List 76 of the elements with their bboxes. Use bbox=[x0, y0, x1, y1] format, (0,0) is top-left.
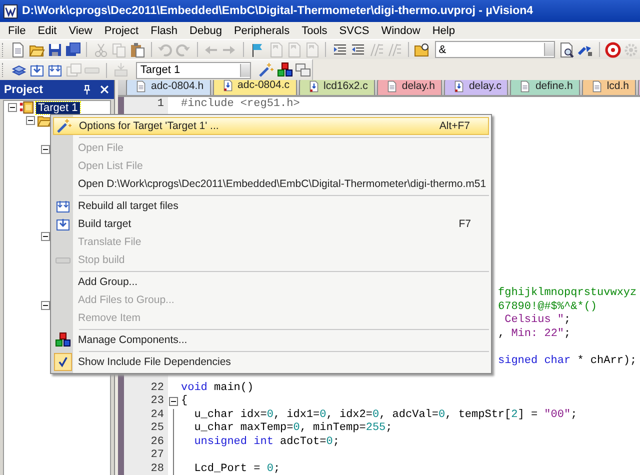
file-icon bbox=[519, 80, 532, 92]
code-line: signed char * chArr); bbox=[498, 354, 637, 368]
menu-item[interactable]: Open D:\Work\cprogs\Dec2011\Embedded\EmbC\Digital-Thermometer\digi-thermo.m51 bbox=[53, 175, 489, 193]
menu-item[interactable]: Flash bbox=[144, 24, 184, 36]
line-number: 24 bbox=[150, 408, 165, 422]
magic-wand-icon[interactable] bbox=[258, 61, 276, 79]
blocks-icon bbox=[55, 332, 71, 348]
code-line: #include <reg51.h> bbox=[180, 98, 300, 112]
debug-icon[interactable] bbox=[604, 40, 622, 58]
checkmark-icon bbox=[54, 353, 72, 371]
target-icon bbox=[19, 100, 34, 115]
menu-item[interactable]: Project bbox=[98, 24, 145, 36]
line-number: 22 bbox=[150, 382, 165, 395]
menu-item[interactable]: View bbox=[62, 24, 98, 36]
rebuild-icon bbox=[55, 198, 71, 214]
collapse-icon[interactable] bbox=[8, 103, 17, 112]
line-number: 23 bbox=[150, 395, 165, 408]
blocks-icon[interactable] bbox=[276, 61, 294, 79]
code-line: Lcd_Port = 0; bbox=[193, 462, 280, 475]
line-number: 28 bbox=[150, 462, 165, 475]
file-tab[interactable]: lcd.h bbox=[582, 80, 636, 95]
paste-icon[interactable] bbox=[128, 40, 146, 58]
collapse-icon[interactable] bbox=[41, 301, 50, 310]
file-icon bbox=[590, 80, 603, 92]
line-number: 27 bbox=[150, 449, 165, 462]
menu-item[interactable]: Options for Target 'Target 1' ... Alt+F7 bbox=[53, 117, 489, 135]
close-icon[interactable] bbox=[99, 84, 110, 95]
menu-item[interactable]: Rebuild all target files bbox=[53, 197, 489, 215]
menu-item[interactable]: Edit bbox=[32, 24, 63, 36]
code-line: u_char maxTemp=0, minTemp=255; bbox=[193, 422, 392, 436]
code-line: void main() bbox=[180, 382, 254, 395]
menu-item[interactable]: SVCS bbox=[333, 24, 376, 36]
windows-icon[interactable] bbox=[294, 61, 312, 79]
document-search-icon[interactable] bbox=[558, 40, 576, 58]
menu-item[interactable]: Peripherals bbox=[228, 24, 296, 36]
collapse-icon[interactable] bbox=[26, 116, 35, 125]
source-file-icon bbox=[452, 80, 465, 92]
line-number: 26 bbox=[150, 436, 165, 449]
file-tab[interactable]: adc-0804.h bbox=[126, 80, 211, 95]
menu-item[interactable]: Help bbox=[426, 24, 461, 36]
collapse-icon[interactable] bbox=[41, 232, 50, 241]
find-in-files-icon[interactable] bbox=[414, 40, 431, 58]
menu-item[interactable]: Manage Components... bbox=[53, 331, 489, 349]
menu-item[interactable]: File bbox=[2, 24, 32, 36]
file-tab[interactable]: delay.c bbox=[444, 80, 508, 95]
menu-item[interactable]: Tools bbox=[296, 24, 334, 36]
magic-wand-icon bbox=[56, 118, 72, 134]
line-number: 1 bbox=[156, 98, 165, 112]
menu-item[interactable]: Add Group... bbox=[53, 273, 489, 291]
code-line: { bbox=[180, 395, 188, 408]
menu-item[interactable]: Window bbox=[375, 24, 426, 36]
collapse-icon[interactable] bbox=[169, 397, 178, 406]
file-tab[interactable]: define.h bbox=[510, 80, 580, 95]
window-title: D:\Work\cprogs\Dec2011\Embedded\EmbC\Digital-Thermometer\digi-thermo.uvproj - µVision4 bbox=[22, 5, 534, 17]
code-line: fghijklmnopqrstuvwxyz bbox=[498, 287, 637, 300]
code-line: unsigned int adcTot=0; bbox=[193, 436, 340, 449]
file-tab[interactable]: lcd16x2.c bbox=[298, 80, 375, 95]
menu-item[interactable]: Debug bbox=[184, 24, 228, 36]
panel-title: Project bbox=[4, 84, 44, 96]
pin-icon[interactable] bbox=[81, 84, 93, 96]
file-tab[interactable]: delay.h bbox=[376, 80, 442, 95]
tree-item[interactable]: Target 1 bbox=[36, 102, 80, 114]
file-icon bbox=[386, 80, 398, 92]
code-line: 67890!@#$%^&*() bbox=[498, 300, 598, 314]
save-all-icon[interactable] bbox=[64, 40, 82, 58]
menu-item[interactable]: Build target F7 bbox=[53, 215, 489, 233]
menu-item[interactable]: Show Include File Dependencies bbox=[53, 353, 489, 371]
build-icon bbox=[55, 216, 71, 232]
code-line: u_char idx=0, idx1=0, idx2=0, adcVal=0, tempStr[2] = "00"; bbox=[193, 408, 578, 422]
collapse-icon[interactable] bbox=[41, 145, 50, 154]
dropdown-field[interactable]: & bbox=[434, 41, 555, 58]
file-tab[interactable]: adc-0804.c bbox=[212, 80, 296, 95]
code-line: , Min: 22"; bbox=[498, 328, 571, 341]
code-line: Celsius "; bbox=[504, 314, 571, 328]
app-icon[interactable] bbox=[3, 4, 18, 18]
line-number: 25 bbox=[150, 422, 165, 436]
